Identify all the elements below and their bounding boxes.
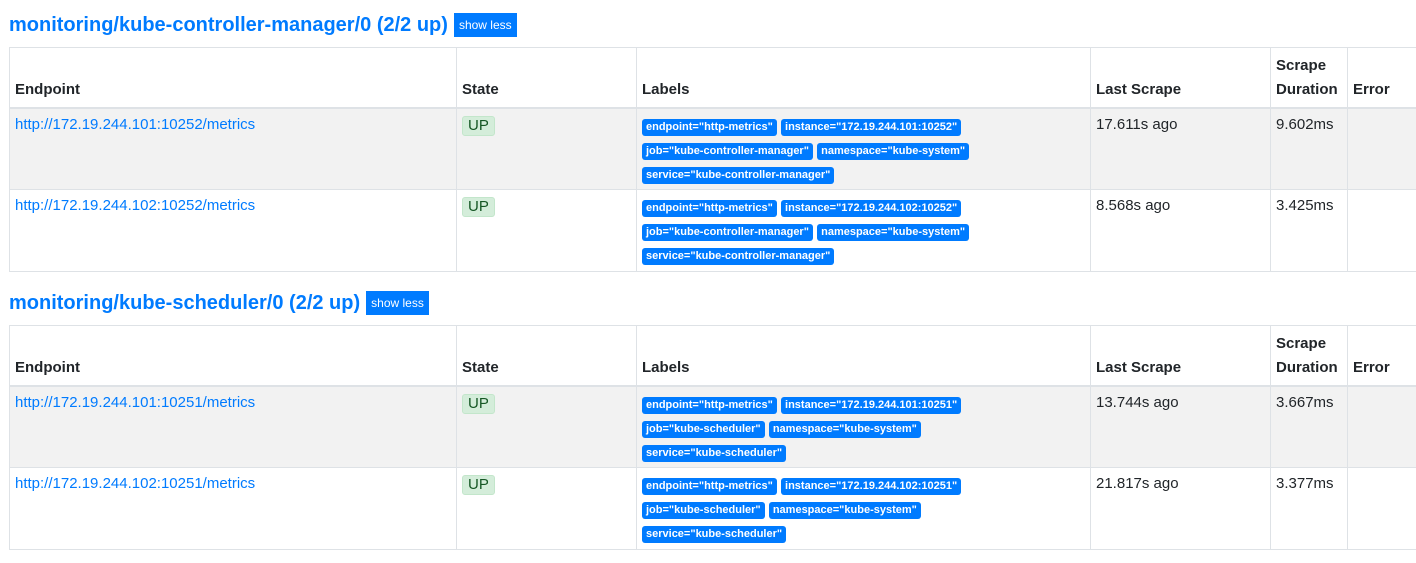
column-header-state: State [456, 325, 637, 387]
section-header: monitoring/kube-scheduler/0 (2/2 up) sho… [9, 291, 429, 315]
endpoint-link[interactable]: http://172.19.244.101:10252/metrics [15, 116, 255, 133]
label-badge: namespace="kube-system" [768, 420, 921, 438]
column-header-scrape-duration: Scrape Duration [1270, 325, 1348, 387]
label-badge: instance="172.19.244.101:10252" [781, 118, 962, 136]
label-badge: namespace="kube-system" [817, 142, 970, 160]
column-header-endpoint: Endpoint [9, 325, 457, 387]
column-header-endpoint: Endpoint [9, 47, 457, 109]
endpoint-link[interactable]: http://172.19.244.102:10251/metrics [15, 475, 255, 492]
last-scrape: 21.817s ago [1090, 467, 1271, 550]
label-badge: service="kube-scheduler" [642, 526, 787, 543]
last-scrape: 13.744s ago [1090, 385, 1271, 468]
column-header-last-scrape: Last Scrape [1090, 47, 1271, 109]
scrape-duration: 3.377ms [1270, 467, 1348, 550]
label-badge: service="kube-controller-manager" [642, 248, 835, 265]
label-badge: service="kube-controller-manager" [642, 166, 835, 184]
labels-cell: endpoint="http-metrics" instance="172.19… [636, 467, 1091, 550]
scrape-duration-line-1: Scrape [1276, 334, 1327, 352]
label-badge: instance="172.19.244.102:10252" [781, 200, 962, 217]
endpoint-link[interactable]: http://172.19.244.101:10251/metrics [15, 394, 255, 411]
scrape-duration: 9.602ms [1270, 107, 1348, 190]
state-badge: UP [462, 475, 495, 495]
label-badge: job="kube-scheduler" [642, 502, 765, 519]
label-badge: job="kube-controller-manager" [642, 142, 813, 160]
section-title: monitoring/kube-scheduler/0 (2/2 up) [9, 292, 361, 314]
label-badge: namespace="kube-system" [817, 224, 970, 241]
error [1347, 107, 1416, 190]
scrape-duration-line-1: Scrape [1276, 56, 1327, 74]
column-header-labels: Labels [636, 325, 1091, 387]
show-less-button[interactable]: show less [366, 291, 429, 315]
label-badge: endpoint="http-metrics" [642, 118, 777, 136]
error [1347, 467, 1416, 550]
label-badge: job="kube-controller-manager" [642, 224, 813, 241]
scrape-duration-line-2: Duration [1276, 358, 1338, 376]
label-badge: service="kube-scheduler" [642, 444, 787, 462]
column-header-error: Error [1347, 325, 1416, 387]
table-header-row: Endpoint State Labels Last Scrape Scrape… [9, 47, 1416, 109]
last-scrape: 17.611s ago [1090, 107, 1271, 190]
label-badge: endpoint="http-metrics" [642, 396, 777, 414]
section-header: monitoring/kube-controller-manager/0 (2/… [9, 13, 517, 37]
label-badge: namespace="kube-system" [768, 502, 921, 519]
label-badge: instance="172.19.244.102:10251" [781, 478, 962, 495]
table-row: http://172.19.244.101:10252/metrics UP e… [9, 107, 1416, 190]
column-header-last-scrape: Last Scrape [1090, 325, 1271, 387]
state-badge: UP [462, 197, 495, 217]
state-badge: UP [462, 393, 495, 414]
table-header-row: Endpoint State Labels Last Scrape Scrape… [9, 325, 1416, 387]
scrape-duration: 3.425ms [1270, 189, 1348, 272]
labels-cell: endpoint="http-metrics" instance="172.19… [636, 107, 1091, 190]
column-header-scrape-duration: Scrape Duration [1270, 47, 1348, 109]
table-row: http://172.19.244.102:10251/metrics UP e… [9, 467, 1416, 550]
show-less-button[interactable]: show less [453, 13, 517, 37]
column-header-error: Error [1347, 47, 1416, 109]
table-row: http://172.19.244.101:10251/metrics UP e… [9, 385, 1416, 468]
label-badge: instance="172.19.244.101:10251" [781, 396, 962, 414]
targets-table: Endpoint State Labels Last Scrape Scrape… [9, 47, 1416, 272]
labels-cell: endpoint="http-metrics" instance="172.19… [636, 385, 1091, 468]
column-header-labels: Labels [636, 47, 1091, 109]
labels-cell: endpoint="http-metrics" instance="172.19… [636, 189, 1091, 272]
targets-table: Endpoint State Labels Last Scrape Scrape… [9, 325, 1416, 550]
state-badge: UP [462, 115, 495, 136]
error [1347, 189, 1416, 272]
label-badge: endpoint="http-metrics" [642, 478, 777, 495]
scrape-duration: 3.667ms [1270, 385, 1348, 468]
label-badge: endpoint="http-metrics" [642, 200, 777, 217]
last-scrape: 8.568s ago [1090, 189, 1271, 272]
error [1347, 385, 1416, 468]
scrape-duration-line-2: Duration [1276, 80, 1338, 98]
endpoint-link[interactable]: http://172.19.244.102:10252/metrics [15, 197, 255, 214]
section-title: monitoring/kube-controller-manager/0 (2/… [9, 14, 448, 36]
table-row: http://172.19.244.102:10252/metrics UP e… [9, 189, 1416, 272]
label-badge: job="kube-scheduler" [642, 420, 765, 438]
column-header-state: State [456, 47, 637, 109]
